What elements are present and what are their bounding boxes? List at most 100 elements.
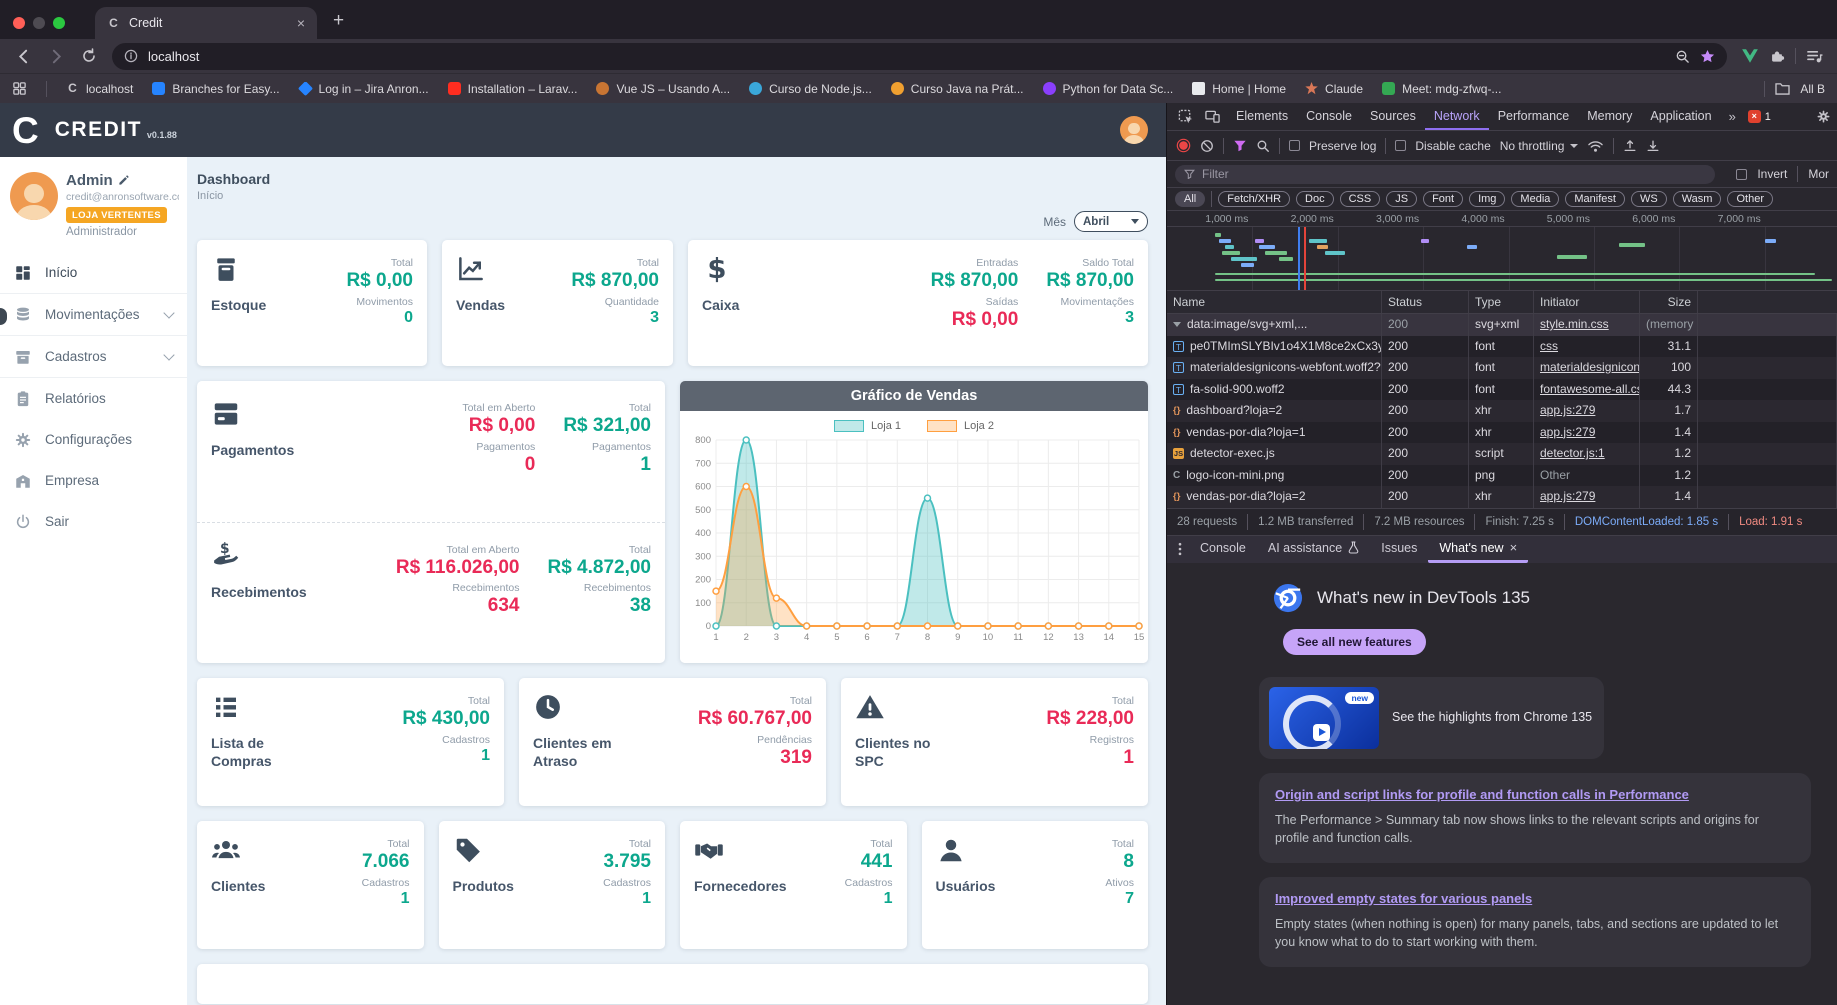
network-filter-input[interactable]: Filter <box>1175 164 1715 184</box>
bookmark-curso-de-node-js[interactable]: Curso de Node.js... <box>749 82 872 96</box>
site-info-icon[interactable] <box>124 49 138 63</box>
invert-checkbox[interactable] <box>1736 168 1748 180</box>
network-overview-waterfall[interactable] <box>1167 227 1837 291</box>
section-title-link[interactable]: Origin and script links for profile and … <box>1275 787 1795 802</box>
chip-manifest[interactable]: Manifest <box>1565 191 1625 207</box>
network-conditions-icon[interactable] <box>1587 139 1604 153</box>
sidebar-item-configura-es[interactable]: Configurações <box>0 419 187 460</box>
highlight-card[interactable]: new See the highlights from Chrome 135 <box>1259 676 1604 759</box>
new-tab-button[interactable]: + <box>333 10 344 32</box>
bookmark-branches-for-easy[interactable]: Branches for Easy... <box>152 82 280 96</box>
chip-wasm[interactable]: Wasm <box>1672 191 1722 207</box>
tab-sources[interactable]: Sources <box>1361 103 1425 130</box>
bookmark-installation-larav[interactable]: Installation – Larav... <box>447 82 577 96</box>
apps-grid-icon[interactable] <box>12 81 27 96</box>
more-filters-label-cut[interactable]: Mor <box>1808 167 1829 181</box>
column-header-name[interactable]: Name <box>1167 291 1382 313</box>
initiator-link[interactable]: app.js:279 <box>1540 425 1595 439</box>
chip-js[interactable]: JS <box>1386 191 1418 207</box>
inspect-element-icon[interactable] <box>1173 109 1198 124</box>
initiator-link[interactable]: materialdesignicons.mi <box>1540 360 1639 374</box>
vue-devtools-icon[interactable] <box>1741 48 1759 64</box>
back-icon[interactable] <box>8 45 39 68</box>
bookmark-localhost[interactable]: Clocalhost <box>66 82 133 96</box>
bookmark-home-home[interactable]: Home | Home <box>1192 82 1286 96</box>
chip-other[interactable]: Other <box>1727 191 1773 207</box>
import-har-icon[interactable] <box>1623 139 1637 153</box>
folder-icon[interactable] <box>1775 82 1790 95</box>
all-bookmarks-label[interactable]: All B <box>1800 82 1825 96</box>
drawer-tab-console[interactable]: Console <box>1189 536 1257 563</box>
edit-pencil-icon[interactable] <box>118 175 129 186</box>
sidebar-item-movimenta-es[interactable]: Movimentações <box>0 294 187 335</box>
drawer-menu-dots-icon[interactable] <box>1173 542 1187 556</box>
network-request-row[interactable]: Tfa-solid-900.woff2 200 font fontawesome-al… <box>1167 378 1837 400</box>
tab-performance[interactable]: Performance <box>1489 103 1579 130</box>
forward-icon[interactable] <box>41 45 72 68</box>
more-tabs-icon[interactable]: » <box>1723 109 1742 124</box>
network-request-row[interactable]: {} vendas-por-dia?loja=2 200 xhr app.js:279 1… <box>1167 486 1837 508</box>
export-har-icon[interactable] <box>1646 139 1660 153</box>
initiator-link[interactable]: css <box>1540 339 1558 353</box>
network-request-row[interactable]: data:image/svg+xml,... 200 svg+xml style.mi… <box>1167 314 1837 336</box>
network-request-row[interactable]: {} vendas-por-dia?loja=1 200 xhr app.js:279 1… <box>1167 421 1837 443</box>
throttling-select[interactable]: No throttling <box>1500 139 1579 153</box>
disable-cache-checkbox[interactable] <box>1395 140 1407 151</box>
column-header-size[interactable]: Size <box>1640 291 1698 313</box>
drawer-tab-close-icon[interactable]: × <box>1510 540 1518 555</box>
bookmark-vue-js-usando-a[interactable]: Vue JS – Usando A... <box>596 82 730 96</box>
section-title-link[interactable]: Improved empty states for various panels <box>1275 891 1795 906</box>
network-request-row[interactable]: Tmaterialdesignicons-webfont.woff2?v=1.8… <box>1167 357 1837 379</box>
tab-elements[interactable]: Elements <box>1227 103 1297 130</box>
drawer-tab-ai-assistance[interactable]: AI assistance <box>1257 536 1370 563</box>
network-request-row[interactable]: Tpe0TMImSLYBIv1o4X1M8ce2xCx3yop4tQ...200… <box>1167 335 1837 357</box>
initiator-link[interactable]: app.js:279 <box>1540 489 1595 503</box>
tab-close-icon[interactable]: × <box>297 15 305 31</box>
filter-funnel-icon[interactable] <box>1233 139 1247 152</box>
chip-font[interactable]: Font <box>1423 191 1464 207</box>
chip-img[interactable]: Img <box>1469 191 1506 207</box>
address-bar[interactable]: localhost <box>112 42 1727 70</box>
chip-ws[interactable]: WS <box>1630 191 1667 207</box>
see-all-features-button[interactable]: See all new features <box>1283 628 1426 655</box>
sidebar-item-in-cio[interactable]: Início <box>0 252 187 293</box>
sidebar-item-sair[interactable]: Sair <box>0 501 187 542</box>
zoom-indicator-icon[interactable] <box>1675 49 1690 64</box>
tab-network[interactable]: Network <box>1424 103 1489 130</box>
month-select[interactable]: Abril <box>1074 211 1148 232</box>
drawer-tab-what-s-new[interactable]: What's new × <box>1428 536 1529 563</box>
tab-console[interactable]: Console <box>1297 103 1361 130</box>
tab-list-icon[interactable] <box>1806 49 1823 64</box>
extensions-puzzle-icon[interactable] <box>1769 48 1785 64</box>
play-icon[interactable] <box>1313 723 1330 741</box>
clear-icon[interactable] <box>1200 139 1214 153</box>
header-user-avatar[interactable] <box>1120 116 1148 144</box>
initiator-link[interactable]: detector.js:1 <box>1540 446 1605 460</box>
bookmark-log-in-jira-anron[interactable]: Log in – Jira Anron... <box>297 81 429 96</box>
browser-tab[interactable]: C Credit × <box>95 7 317 39</box>
sidebar-item-empresa[interactable]: Empresa <box>0 460 187 501</box>
network-request-row[interactable]: JS detector-exec.js 200 script detector.js:1… <box>1167 443 1837 465</box>
tab-application[interactable]: Application <box>1641 103 1720 130</box>
preserve-log-checkbox[interactable] <box>1289 140 1300 151</box>
devtools-settings-gear-icon[interactable] <box>1816 109 1831 124</box>
network-request-row[interactable]: {} dashboard?loja=2 200 xhr app.js:279 1.7 <box>1167 400 1837 422</box>
initiator-link[interactable]: fontawesome-all.css <box>1540 382 1639 396</box>
chip-all[interactable]: All <box>1175 191 1206 207</box>
network-request-row[interactable]: Clogo-icon-mini.png 200 png Other 1.2 <box>1167 464 1837 486</box>
device-toolbar-icon[interactable] <box>1200 109 1225 124</box>
maximize-window-button[interactable] <box>53 17 65 29</box>
column-header-status[interactable]: Status <box>1382 291 1469 313</box>
sidebar-item-cadastros[interactable]: Cadastros <box>0 336 187 377</box>
column-header-type[interactable]: Type <box>1469 291 1534 313</box>
bookmark-star-icon[interactable] <box>1700 49 1715 64</box>
column-header-initiator[interactable]: Initiator <box>1534 291 1640 313</box>
chip-media[interactable]: Media <box>1511 191 1560 207</box>
user-avatar[interactable] <box>10 172 58 220</box>
bookmark-python-for-data-sc[interactable]: Python for Data Sc... <box>1042 82 1173 96</box>
bookmark-claude[interactable]: Claude <box>1305 82 1363 96</box>
record-icon[interactable] <box>1176 138 1191 153</box>
initiator-link[interactable]: style.min.css <box>1540 317 1609 331</box>
close-window-button[interactable] <box>13 17 25 29</box>
error-badge[interactable]: × 1 <box>1747 110 1771 123</box>
